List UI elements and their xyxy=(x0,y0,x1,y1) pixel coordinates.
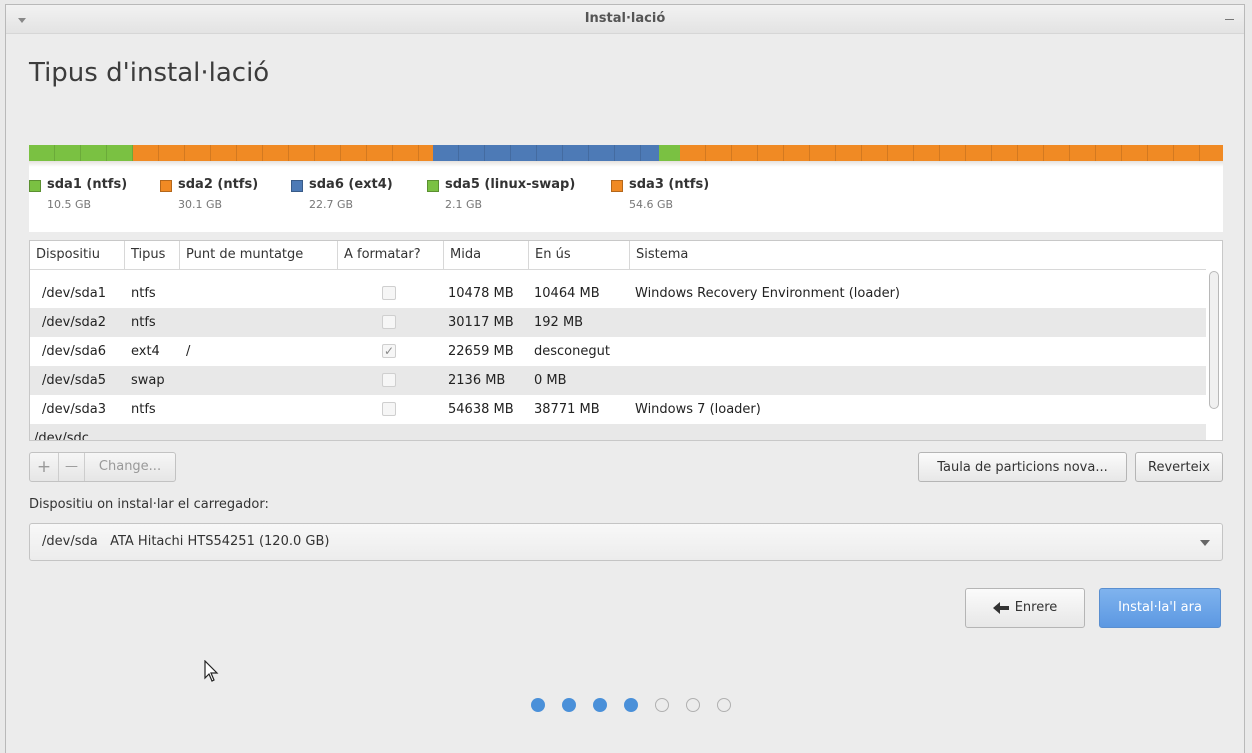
cell-size: 30117 MB xyxy=(448,315,514,330)
cell-device: /dev/sda6 xyxy=(42,344,106,359)
partition-segment-sda5 xyxy=(658,145,680,161)
table-row[interactable]: /dev/sda2 ntfs 30117 MB 192 MB xyxy=(30,308,1206,337)
mouse-cursor-icon xyxy=(204,660,219,682)
back-button-label: Enrere xyxy=(1014,600,1058,615)
legend-swatch xyxy=(29,180,41,192)
legend-swatch xyxy=(291,180,303,192)
change-partition-button[interactable]: Change... xyxy=(85,453,175,481)
arrow-left-icon xyxy=(992,601,1009,614)
install-now-button[interactable]: Instal·la'l ara xyxy=(1099,588,1221,628)
cell-size: 10478 MB xyxy=(448,286,514,301)
cell-size: 22659 MB xyxy=(448,344,514,359)
column-header-mount[interactable]: Punt de muntatge xyxy=(180,241,338,269)
cell-type: ntfs xyxy=(131,286,156,301)
table-row[interactable]: /dev/sda1 ntfs 10478 MB 10464 MB Windows… xyxy=(30,279,1206,308)
bootloader-label: Dispositiu on instal·lar el carregador: xyxy=(29,497,269,512)
cell-used: desconegut xyxy=(534,344,610,359)
format-checkbox[interactable] xyxy=(382,286,396,300)
progress-dots xyxy=(531,698,731,712)
table-row[interactable]: /dev/sda6 ext4 / ✓ 22659 MB desconegut xyxy=(30,337,1206,366)
partition-segment-sda1 xyxy=(29,145,134,161)
table-row[interactable]: /dev/sda5 swap 2136 MB 0 MB xyxy=(30,366,1206,395)
new-partition-table-button[interactable]: Taula de particions nova... xyxy=(918,452,1127,482)
column-header-system[interactable]: Sistema xyxy=(630,241,1206,269)
progress-dot-6 xyxy=(686,698,700,712)
legend-swatch xyxy=(611,180,623,192)
legend-swatch xyxy=(160,180,172,192)
cell-type: swap xyxy=(131,373,165,388)
progress-dot-3 xyxy=(593,698,607,712)
partition-table[interactable]: Dispositiu Tipus Punt de muntatge A form… xyxy=(29,240,1223,441)
remove-partition-button[interactable]: — xyxy=(59,453,85,481)
cell-device: /dev/sda1 xyxy=(42,286,106,301)
format-checkbox-checked[interactable]: ✓ xyxy=(382,344,396,358)
cell-system: Windows 7 (loader) xyxy=(635,402,761,417)
format-checkbox[interactable] xyxy=(382,402,396,416)
revert-button[interactable]: Reverteix xyxy=(1135,452,1223,482)
table-header: Dispositiu Tipus Punt de muntatge A form… xyxy=(30,241,1206,270)
legend-swatch xyxy=(427,180,439,192)
table-row[interactable]: /dev/sda3 ntfs 54638 MB 38771 MB Windows… xyxy=(30,395,1206,424)
titlebar: Instal·lació xyxy=(6,5,1244,34)
cell-used: 10464 MB xyxy=(534,286,600,301)
format-checkbox[interactable] xyxy=(382,373,396,387)
legend-size: 2.1 GB xyxy=(445,198,483,211)
add-partition-button[interactable]: + xyxy=(30,453,59,481)
cell-used: 38771 MB xyxy=(534,402,600,417)
progress-dot-7 xyxy=(717,698,731,712)
progress-dot-4 xyxy=(624,698,638,712)
scrollbar-thumb[interactable] xyxy=(1209,271,1219,409)
cell-system: Windows Recovery Environment (loader) xyxy=(635,286,900,301)
back-button[interactable]: Enrere xyxy=(965,588,1085,628)
column-header-type[interactable]: Tipus xyxy=(125,241,180,269)
cell-used: 0 MB xyxy=(534,373,567,388)
minimize-icon[interactable] xyxy=(1225,19,1234,20)
cell-device: /dev/sda3 xyxy=(42,402,106,417)
cell-used: 192 MB xyxy=(534,315,584,330)
bootloader-device-select[interactable]: /dev/sda ATA Hitachi HTS54251 (120.0 GB) xyxy=(29,523,1223,561)
cell-device: /dev/sda2 xyxy=(42,315,106,330)
column-header-device[interactable]: Dispositiu xyxy=(30,241,125,269)
partition-segment-sda3 xyxy=(679,145,1223,161)
legend-label: sda2 (ntfs) xyxy=(178,177,259,192)
column-header-size[interactable]: Mida xyxy=(444,241,529,269)
partition-toolbar: + — Change... xyxy=(29,452,176,482)
legend-size: 22.7 GB xyxy=(309,198,354,211)
window-title: Instal·lació xyxy=(584,11,666,26)
cell-device: /dev/sdc xyxy=(34,431,89,441)
partition-segment-sda6 xyxy=(432,145,659,161)
progress-dot-1 xyxy=(531,698,545,712)
partition-bar xyxy=(29,145,1223,161)
legend-label: sda5 (linux-swap) xyxy=(445,177,576,192)
cell-mount: / xyxy=(186,344,191,359)
column-header-used[interactable]: En ús xyxy=(529,241,630,269)
page-title: Tipus d'instal·lació xyxy=(29,58,270,88)
legend-size: 54.6 GB xyxy=(629,198,674,211)
partition-bar-shadow xyxy=(29,161,1223,167)
legend-label: sda1 (ntfs) xyxy=(47,177,128,192)
partition-segment-sda2 xyxy=(133,145,433,161)
partition-visualization: sda1 (ntfs) 10.5 GB sda2 (ntfs) 30.1 GB … xyxy=(29,145,1223,232)
table-scrollbar[interactable] xyxy=(1206,241,1222,440)
cell-size: 54638 MB xyxy=(448,402,514,417)
cell-device: /dev/sda5 xyxy=(42,373,106,388)
cell-type: ext4 xyxy=(131,344,160,359)
column-header-format[interactable]: A formatar? xyxy=(338,241,444,269)
bootloader-selected-value: /dev/sda ATA Hitachi HTS54251 (120.0 GB) xyxy=(42,534,330,549)
legend-size: 10.5 GB xyxy=(47,198,92,211)
table-row[interactable]: /dev/sdc xyxy=(30,424,1206,441)
dropdown-arrow-icon xyxy=(1200,540,1210,546)
cell-type: ntfs xyxy=(131,402,156,417)
legend-label: sda6 (ext4) xyxy=(309,177,393,192)
legend-size: 30.1 GB xyxy=(178,198,223,211)
progress-dot-2 xyxy=(562,698,576,712)
format-checkbox[interactable] xyxy=(382,315,396,329)
cell-size: 2136 MB xyxy=(448,373,506,388)
legend-label: sda3 (ntfs) xyxy=(629,177,710,192)
cell-type: ntfs xyxy=(131,315,156,330)
progress-dot-5 xyxy=(655,698,669,712)
